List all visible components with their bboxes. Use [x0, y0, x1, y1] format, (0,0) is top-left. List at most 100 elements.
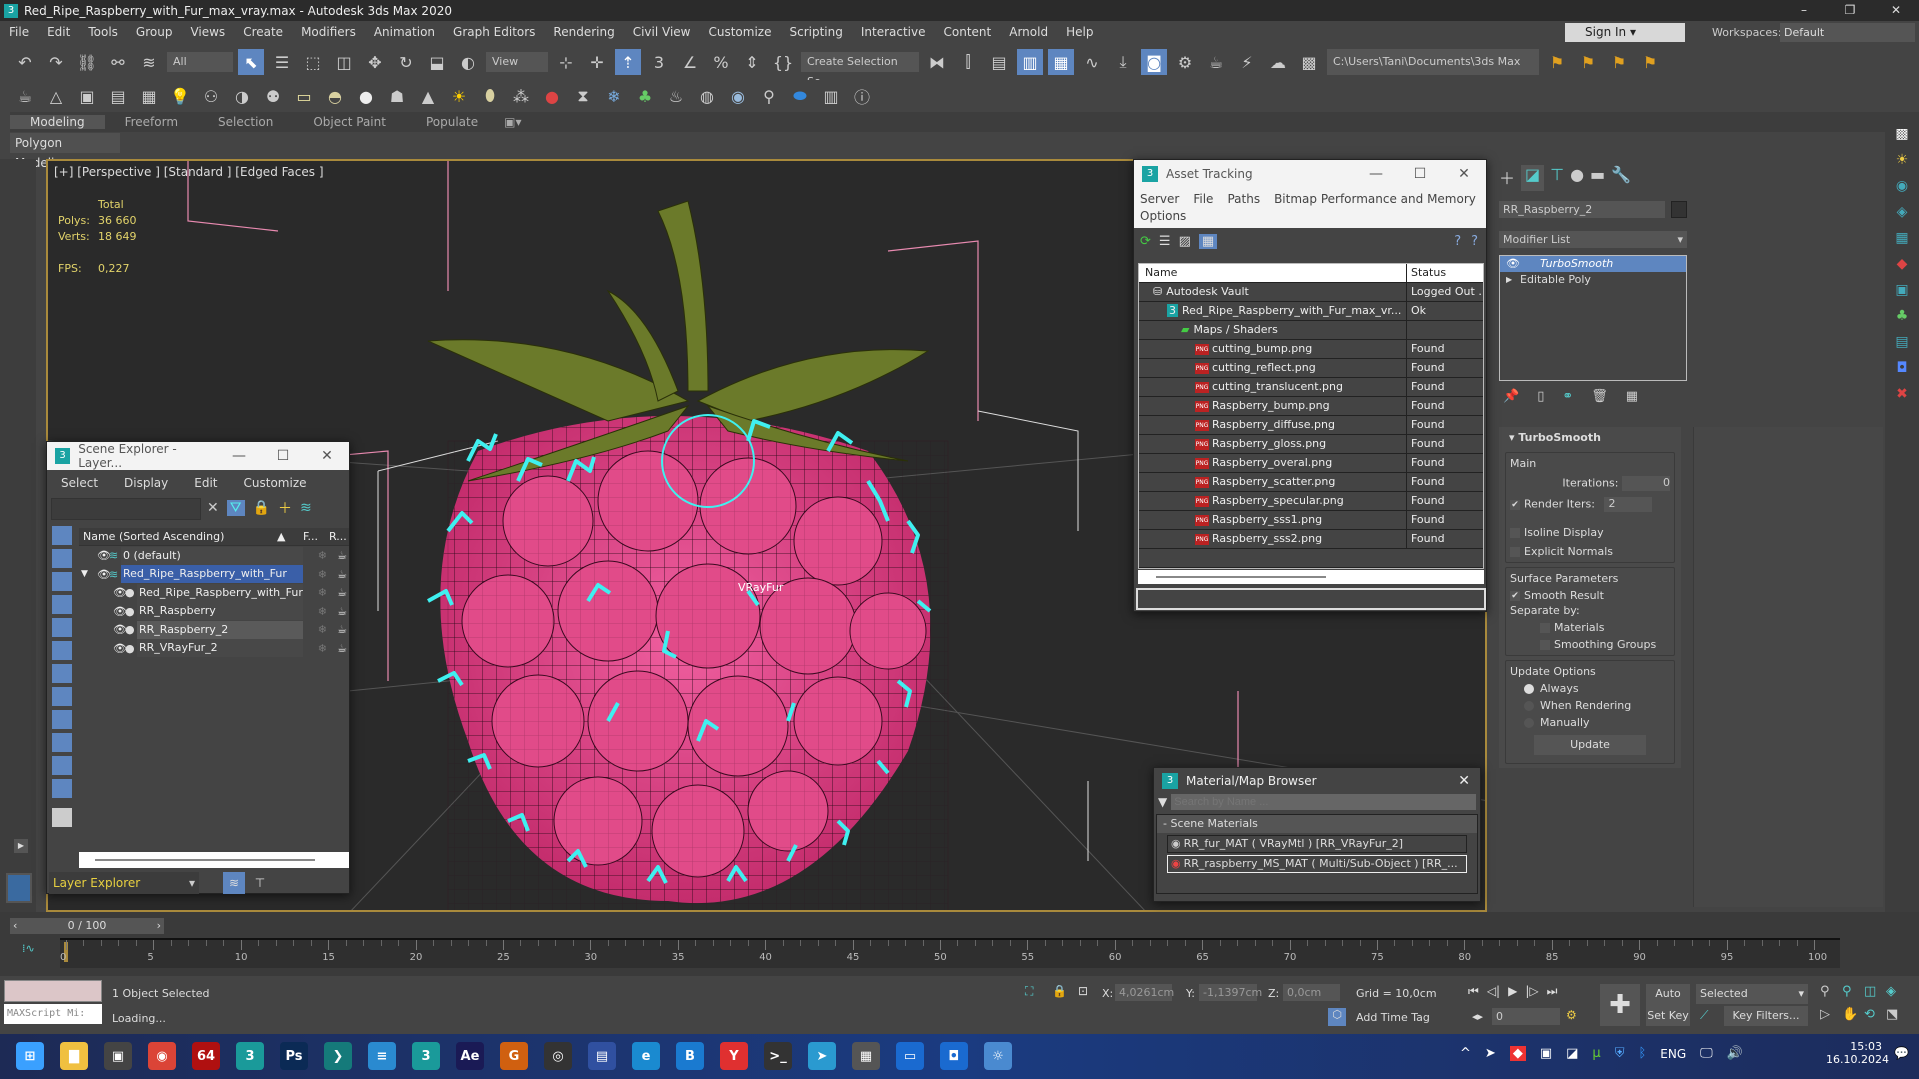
next-frame-icon[interactable]: |▷ [1525, 984, 1538, 999]
display-containers-icon[interactable] [52, 733, 72, 752]
stack-item-editable-poly[interactable]: ▶ Editable Poly [1500, 272, 1686, 288]
bluetooth-icon[interactable]: ᛒ [1638, 1046, 1646, 1061]
tab-freeform[interactable]: Freeform [105, 115, 198, 129]
calculator-icon[interactable]: ▦ [852, 1042, 880, 1070]
layer-explorer-icon[interactable]: ≋ [223, 872, 245, 894]
material-sphere-icon[interactable]: ◉ [1892, 178, 1912, 198]
vault-help-icon[interactable]: ? [1454, 234, 1461, 249]
security-warning-icon[interactable]: ⛨ [1615, 1046, 1625, 1061]
ribbon-options-icon[interactable]: ▣▾ [498, 115, 527, 129]
menu-server[interactable]: Server [1140, 192, 1179, 207]
chrome-icon[interactable]: ◉ [148, 1042, 176, 1070]
render-icon[interactable]: ⚡ [1234, 49, 1260, 75]
menu-bitmap-performance-and-memory[interactable]: Bitmap Performance and Memory [1274, 192, 1476, 207]
modifier-list-dropdown[interactable]: Modifier List ▾ [1499, 231, 1687, 248]
table-row[interactable]: ⛁ Autodesk Vault Logged Out .. [1139, 283, 1483, 302]
zoom-all-icon[interactable]: ⚲ [1842, 984, 1864, 999]
scene-explorer-toggle-icon[interactable]: ▤ [986, 49, 1012, 75]
ribbon-panel-polygon-modeling[interactable]: Polygon Modeling [10, 133, 120, 170]
asset-path-field[interactable] [1136, 588, 1486, 610]
configure-sets-icon[interactable]: ▦ [1626, 389, 1638, 404]
pan-icon[interactable]: ✋ [1842, 1007, 1864, 1022]
language-indicator[interactable]: ENG [1660, 1047, 1686, 1061]
layout-grid-icon[interactable]: ▦ [1892, 230, 1912, 250]
lock-icon[interactable]: 🔒 [253, 500, 270, 516]
vray-ambient-light-icon[interactable]: ⬮ [477, 83, 503, 109]
display-groups-icon[interactable] [52, 664, 72, 683]
table-row[interactable]: PNG Raspberry_overal.png Found [1139, 454, 1483, 473]
column-name[interactable]: Name [1139, 264, 1407, 282]
display-geometry-icon[interactable] [52, 526, 72, 545]
link-icon[interactable]: ⛓ [74, 49, 100, 75]
scene-materials-group[interactable]: - Scene Materials [1157, 815, 1477, 833]
create-tab-icon[interactable]: ＋ [1499, 165, 1515, 191]
ies-light-icon[interactable]: ◑ [229, 83, 255, 109]
table-row[interactable]: PNG Raspberry_sss1.png Found [1139, 511, 1483, 530]
renderable-teapot-icon[interactable]: ☕ [337, 623, 347, 636]
column-status[interactable]: Status [1407, 264, 1483, 282]
table-view-icon[interactable]: ▦ [1198, 234, 1218, 249]
close-button[interactable]: ✕ [1873, 0, 1919, 21]
vray-info-icon[interactable]: ▥ [818, 83, 844, 109]
table-row[interactable]: PNG cutting_bump.png Found [1139, 340, 1483, 359]
plane-icon[interactable]: △ [43, 83, 69, 109]
display-tab-icon[interactable]: ▬ [1590, 165, 1605, 191]
smoothing-groups-checkbox[interactable] [1540, 640, 1550, 650]
vray-lister-icon[interactable]: ⬬ [787, 83, 813, 109]
tab-object-paint[interactable]: Object Paint [293, 115, 406, 129]
column-frozen[interactable]: F... [303, 530, 329, 543]
menu-scripting[interactable]: Scripting [780, 25, 851, 39]
display-spacewarps-icon[interactable] [52, 641, 72, 660]
frame-buffer-icon[interactable]: ▣ [74, 83, 100, 109]
new-layer-icon[interactable]: ＋ [278, 498, 292, 518]
windows-start-icon[interactable]: ⊞ [16, 1042, 44, 1070]
telegram-icon[interactable]: ➤ [808, 1042, 836, 1070]
renderable-teapot-icon[interactable]: ☕ [337, 549, 347, 562]
select-by-name-icon[interactable]: ☰ [269, 49, 295, 75]
menu-civil-view[interactable]: Civil View [624, 25, 700, 39]
manipulate-icon[interactable]: ✛ [584, 49, 610, 75]
photoshop-icon[interactable]: Ps [280, 1042, 308, 1070]
network-icon[interactable]: 🖵 [1700, 1046, 1713, 1061]
bind-space-warp-icon[interactable]: ≋ [136, 49, 162, 75]
orbit-icon[interactable]: ⟲ [1864, 1007, 1886, 1022]
minimize-button[interactable]: — [1354, 166, 1398, 182]
table-row[interactable]: PNG Raspberry_bump.png Found [1139, 397, 1483, 416]
render-cloud-icon[interactable]: ☁ [1265, 49, 1291, 75]
menu-animation[interactable]: Animation [365, 25, 444, 39]
maximize-button[interactable]: ☐ [261, 448, 305, 464]
place-icon[interactable]: ◐ [455, 49, 481, 75]
menu-options[interactable]: Options [1140, 209, 1186, 224]
yandex-icon[interactable]: Y [720, 1042, 748, 1070]
maximize-button[interactable]: ❐ [1827, 0, 1873, 21]
set-key-button[interactable]: Set Key [1646, 1006, 1690, 1026]
undo-icon[interactable]: ↶ [12, 49, 38, 75]
menu-content[interactable]: Content [935, 25, 1001, 39]
close-button[interactable]: ✕ [1458, 773, 1470, 789]
when-rendering-radio[interactable] [1524, 701, 1534, 711]
field-of-view-icon[interactable]: ▷ [1820, 1007, 1842, 1022]
table-row[interactable]: PNG cutting_translucent.png Found [1139, 378, 1483, 397]
key-mode-dropdown[interactable]: Selected ▾ [1696, 984, 1808, 1004]
after-effects-icon[interactable]: Ae [456, 1042, 484, 1070]
maximize-button[interactable]: ☐ [1398, 166, 1442, 182]
previous-frame-icon[interactable]: ◁| [1487, 984, 1500, 999]
app-64-icon[interactable]: 64 [192, 1042, 220, 1070]
select-object-icon[interactable]: ⬉ [238, 49, 264, 75]
save-app-icon[interactable]: ▤ [588, 1042, 616, 1070]
scene-explorer-titlebar[interactable]: 3 Scene Explorer - Layer... — ☐ ✕ [47, 442, 349, 470]
vray-icon-3[interactable]: ⚑ [1606, 49, 1632, 75]
curve-editor-icon[interactable]: ∿ [1079, 49, 1105, 75]
object-name-field[interactable]: RR_Raspberry_2 [1499, 201, 1665, 218]
menu-views[interactable]: Views [181, 25, 234, 39]
maxscript-listener-output[interactable] [4, 980, 102, 1002]
explorer-mode-dropdown[interactable]: Layer Explorer ▾ [49, 872, 199, 894]
options-triangle-icon[interactable]: ▼ [1158, 795, 1167, 809]
angle-snap-icon[interactable]: ∠ [677, 49, 703, 75]
vray-plane-light-icon[interactable]: ▭ [291, 83, 317, 109]
renderable-teapot-icon[interactable]: ☕ [337, 642, 347, 655]
current-frame-spinner[interactable]: 0 [1492, 1008, 1560, 1025]
red-app-tray-icon[interactable]: ◆ [1509, 1046, 1526, 1061]
smooth-result-checkbox[interactable]: ✔ [1510, 591, 1520, 601]
debug-icon[interactable]: ✖ [1892, 386, 1912, 406]
